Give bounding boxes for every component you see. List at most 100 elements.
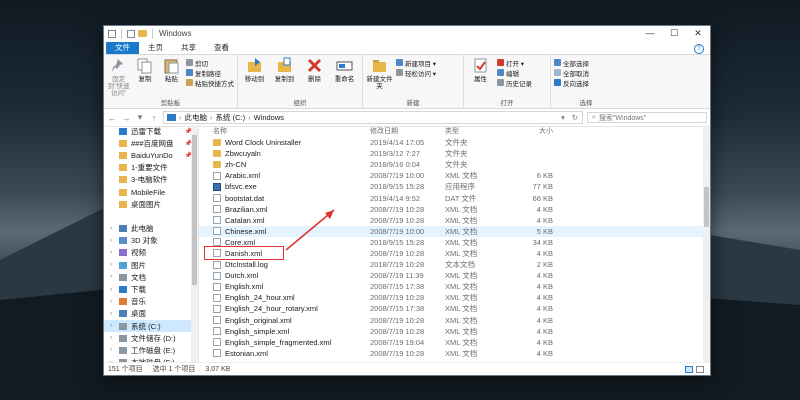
table-row[interactable]: Chinese.xml 2008/7/19 10:00 XML 文档 5 KB — [199, 225, 710, 237]
sidebar-item[interactable]: 1-重要文件 — [104, 162, 198, 174]
paste-shortcut-button[interactable]: 粘贴快捷方式 — [185, 78, 234, 88]
column-name[interactable]: 名称 — [213, 126, 370, 136]
breadcrumb-windows[interactable]: Windows — [254, 113, 284, 122]
divider — [152, 28, 153, 39]
sidebar-item-label: 桌面图片 — [131, 199, 161, 209]
expand-chevron-icon[interactable]: › — [110, 311, 115, 317]
table-row[interactable]: Zbwcuyaln 2019/3/12 7:27 文件夹 — [199, 148, 710, 159]
folder-icon — [119, 346, 127, 354]
table-row[interactable]: Catalan.xml 2008/7/19 10:28 XML 文档 4 KB — [199, 215, 710, 226]
expand-chevron-icon[interactable]: › — [110, 323, 115, 329]
table-row[interactable]: Arabic.xml 2008/7/19 10:00 XML 文档 6 KB — [199, 170, 710, 181]
table-row[interactable]: English_24_hour.xml 2008/7/19 10:28 XML 文档… — [199, 292, 710, 303]
sidebar-item[interactable]: › 图片 — [104, 259, 198, 271]
sidebar-item[interactable]: MobileFile — [104, 186, 198, 198]
breadcrumb-drive-c[interactable]: 系统 (C:) — [216, 112, 246, 123]
table-row[interactable]: Word Clock Uninstaller 2019/4/14 17:05 文件夹 — [199, 137, 710, 148]
invert-selection-button[interactable]: 反向选择 — [554, 78, 589, 88]
history-label: 历史记录 — [506, 80, 532, 88]
table-row[interactable]: bootstat.dat 2019/4/14 9:52 DAT 文件 66 KB — [199, 192, 710, 203]
copy-icon — [136, 57, 153, 74]
folder-icon — [119, 237, 127, 245]
select-all-button[interactable]: 全部选择 — [554, 58, 589, 68]
select-none-button[interactable]: 全部取消 — [554, 68, 589, 78]
column-date[interactable]: 修改日期 — [370, 126, 445, 136]
file-name: English_simple.xml — [225, 326, 290, 336]
table-row[interactable]: zh-CN 2018/9/16 0:04 文件夹 — [199, 159, 710, 170]
expand-chevron-icon[interactable]: › — [110, 250, 115, 256]
sidebar-item[interactable]: › 视频 — [104, 247, 198, 259]
open-button[interactable]: 打开 ▾ — [497, 58, 532, 68]
breadcrumb-this-pc[interactable]: 此电脑 — [185, 112, 208, 123]
sidebar-item[interactable]: ###百度网盘 📌 — [104, 137, 198, 149]
tab-file[interactable]: 文件 — [106, 42, 139, 54]
table-row[interactable]: English_simple_fragmented.xml 2008/7/19 1… — [199, 337, 710, 348]
up-button[interactable]: ↑ — [149, 113, 159, 123]
sidebar-item[interactable]: › 文件储存 (D:) — [104, 332, 198, 344]
tab-share[interactable]: 共享 — [172, 42, 205, 54]
sidebar-item[interactable]: › 音乐 — [104, 296, 198, 308]
expand-chevron-icon[interactable]: › — [110, 299, 115, 305]
address-dropdown-icon[interactable]: ▾ — [561, 113, 565, 122]
details-view-icon[interactable] — [685, 365, 693, 373]
help-icon[interactable]: ? — [694, 44, 704, 54]
table-row[interactable]: DtcInstall.log 2018/7/19 10:28 文本文档 2 KB — [199, 259, 710, 270]
cut-button[interactable]: 剪切 — [185, 58, 234, 68]
copy-path-button[interactable]: 复制路径 — [185, 68, 234, 78]
column-size[interactable]: 大小 — [505, 126, 553, 136]
expand-chevron-icon[interactable]: › — [110, 262, 115, 268]
edit-label: 编辑 — [506, 70, 519, 78]
expand-chevron-icon[interactable]: › — [110, 287, 115, 293]
sidebar-item[interactable]: › 系统 (C:) — [104, 320, 198, 333]
table-row[interactable]: English_original.xml 2008/7/19 10:28 XML 文… — [199, 315, 710, 326]
tab-home[interactable]: 主页 — [139, 42, 172, 54]
sidebar-item[interactable]: › 下载 — [104, 283, 198, 295]
new-folder-quick-icon[interactable] — [138, 30, 147, 37]
file-list-scrollbar[interactable] — [703, 125, 710, 363]
recent-locations-button[interactable]: ▾ — [135, 112, 145, 123]
table-row[interactable]: Brazilian.xml 2008/7/19 10:28 XML 文档 4 KB — [199, 204, 710, 215]
table-row[interactable]: Dutch.xml 2008/7/19 11:39 XML 文档 4 KB — [199, 270, 710, 281]
search-input[interactable]: ⌕ 搜索"Windows" — [587, 112, 707, 123]
expand-chevron-icon[interactable]: › — [110, 347, 115, 353]
new-item-button[interactable]: 新建项目 ▾ — [396, 58, 436, 68]
navigation-scrollbar[interactable] — [191, 125, 198, 363]
table-row[interactable]: English_simple.xml 2008/7/19 10:28 XML 文档 4… — [199, 326, 710, 337]
sidebar-item[interactable]: › 此电脑 — [104, 223, 198, 235]
back-button[interactable]: ← — [107, 113, 117, 123]
refresh-icon[interactable]: ↻ — [572, 113, 578, 122]
folder-icon — [119, 188, 127, 196]
expand-chevron-icon[interactable]: › — [110, 335, 115, 341]
properties-quick-icon[interactable] — [127, 29, 135, 38]
expand-chevron-icon[interactable]: › — [110, 274, 115, 280]
table-row[interactable]: English_24_hour_rotary.xml 2008/7/15 17:3… — [199, 303, 710, 314]
sidebar-item[interactable]: › 桌面 — [104, 308, 198, 320]
table-row[interactable]: Estonian.xml 2008/7/19 10:28 XML 文档 4 KB — [199, 348, 710, 359]
history-button[interactable]: 历史记录 — [497, 78, 532, 88]
maximize-button[interactable]: ☐ — [662, 28, 686, 39]
minimize-button[interactable]: — — [638, 28, 662, 39]
expand-chevron-icon[interactable]: › — [110, 238, 115, 244]
easy-access-button[interactable]: 轻松访问 ▾ — [396, 68, 436, 78]
tab-view[interactable]: 查看 — [205, 42, 238, 54]
main-area: 迅雷下载 📌 ###百度网盘 📌 BaiduYunDo 📌 1-重要文件 3-电脑软件 Mobi… — [104, 125, 710, 363]
sidebar-item-label: 3-电脑软件 — [131, 175, 168, 185]
address-path[interactable]: › 此电脑 › 系统 (C:) › Windows ▾ ↻ — [163, 111, 583, 124]
table-row[interactable]: bfsvc.exe 2018/9/15 15:28 应用程序 77 KB — [199, 181, 710, 192]
sidebar-item[interactable]: › 3D 对象 — [104, 235, 198, 247]
close-button[interactable]: ✕ — [686, 28, 710, 39]
paste-icon — [163, 57, 180, 74]
sidebar-item[interactable]: › 文档 — [104, 271, 198, 283]
large-icons-view-icon[interactable] — [696, 365, 704, 373]
sidebar-item[interactable]: 迅雷下载 📌 — [104, 125, 198, 137]
forward-button[interactable]: → — [121, 113, 131, 123]
table-row[interactable]: English.xml 2008/7/15 17:38 XML 文档 4 KB — [199, 281, 710, 292]
sidebar-item[interactable]: BaiduYunDo 📌 — [104, 149, 198, 161]
expand-chevron-icon[interactable]: › — [110, 226, 115, 232]
sidebar-item[interactable]: 桌面图片 — [104, 198, 198, 210]
sidebar-item[interactable]: 3-电脑软件 — [104, 174, 198, 186]
edit-icon — [497, 69, 504, 76]
column-type[interactable]: 类型 — [445, 126, 505, 136]
edit-button[interactable]: 编辑 — [497, 68, 532, 78]
sidebar-item[interactable]: › 工作磁盘 (E:) — [104, 344, 198, 356]
